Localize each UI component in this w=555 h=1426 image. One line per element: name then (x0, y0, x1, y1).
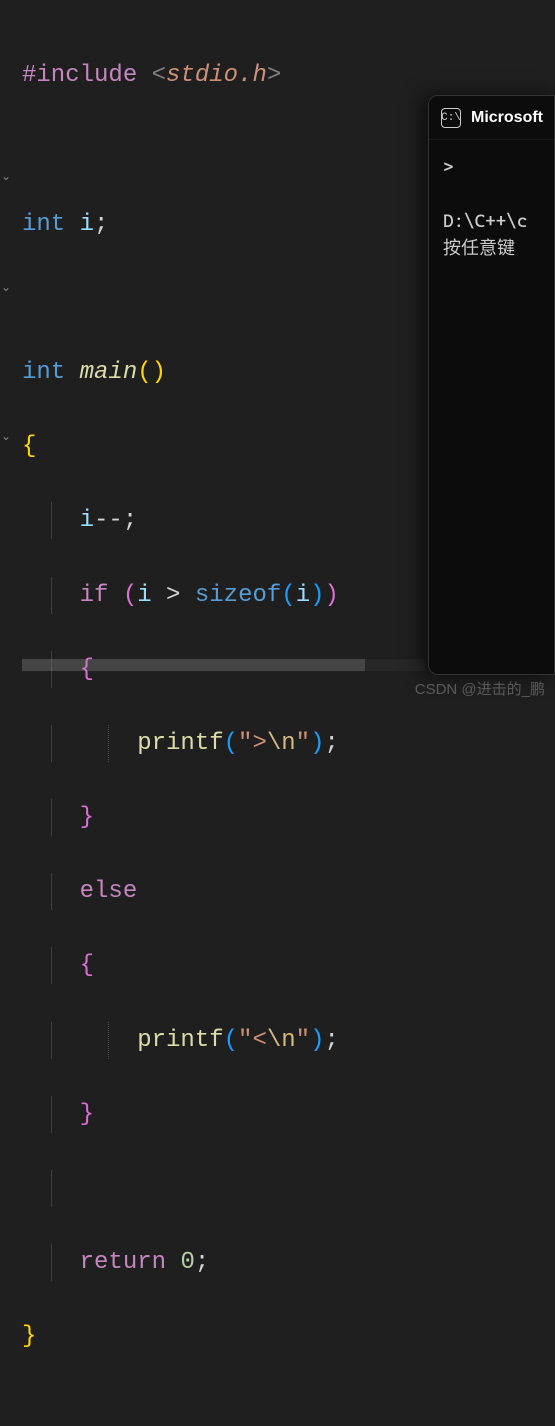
main-func: main (80, 359, 138, 386)
terminal-output[interactable]: > D:\C++\c 按任意键 (429, 140, 554, 276)
sizeof-keyword: sizeof (195, 582, 281, 609)
fold-gutter: ⌄ ⌄ ⌄ (0, 0, 14, 1426)
else-keyword: else (80, 878, 138, 905)
type-keyword: int (22, 211, 65, 238)
global-var: i (80, 211, 94, 238)
terminal-titlebar[interactable]: C:\ Microsoft (429, 96, 554, 140)
terminal-line: D:\C++\c (443, 211, 527, 232)
header-name: stdio.h (166, 62, 267, 89)
watermark-text: CSDN @进击的_鹏 (415, 678, 545, 699)
fold-chevron-icon[interactable]: ⌄ (1, 168, 11, 187)
printf-call: printf (137, 730, 223, 757)
terminal-icon: C:\ (441, 108, 461, 128)
printf-call: printf (137, 1027, 223, 1054)
scrollbar-thumb[interactable] (22, 659, 365, 671)
fold-chevron-icon[interactable]: ⌄ (1, 428, 11, 447)
terminal-line: 按任意键 (443, 238, 515, 259)
return-keyword: return (80, 1249, 166, 1276)
terminal-title: Microsoft (471, 109, 543, 127)
terminal-window[interactable]: C:\ Microsoft > D:\C++\c 按任意键 (428, 95, 555, 675)
terminal-prompt: > (443, 157, 454, 178)
preproc-token: #include (22, 62, 137, 89)
if-keyword: if (80, 582, 109, 609)
fold-chevron-icon[interactable]: ⌄ (1, 279, 11, 298)
horizontal-scrollbar[interactable] (22, 659, 425, 671)
